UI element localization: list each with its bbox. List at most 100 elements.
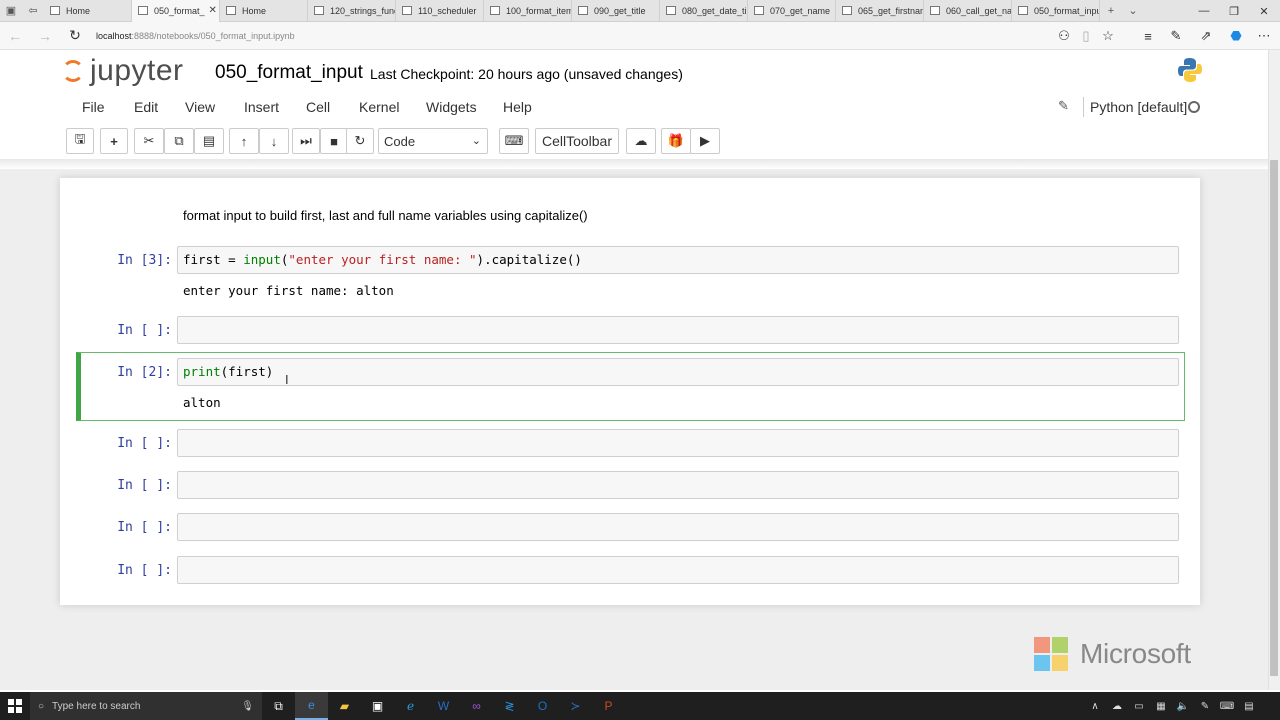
gift-button[interactable]: 🎁	[661, 128, 691, 154]
browser-tab-home-2[interactable]: Home	[220, 0, 308, 22]
cut-button[interactable]: ✂	[134, 128, 164, 154]
arrow-up-icon: ↑	[240, 133, 248, 149]
favorite-star-icon[interactable]: ☆	[1094, 22, 1122, 50]
outlook-icon[interactable]: O	[526, 692, 559, 720]
move-down-button[interactable]: ↓	[259, 128, 289, 154]
slideshow-button[interactable]: ▶	[690, 128, 720, 154]
browser-tab[interactable]: 090_get_title	[572, 0, 660, 22]
tray-chevron-up-icon[interactable]: ∧	[1084, 692, 1106, 720]
jupyter-logo[interactable]: jupyter	[62, 54, 184, 88]
menu-help[interactable]: Help	[503, 99, 532, 115]
visual-studio-icon[interactable]: ∞	[460, 692, 493, 720]
insert-cell-button[interactable]: +	[100, 128, 128, 154]
restart-button[interactable]: ↻	[346, 128, 374, 154]
code-input[interactable]: print(first)	[177, 358, 1179, 386]
refresh-icon: ↻	[354, 133, 366, 148]
browser-tab[interactable]: 065_get_firstnam	[836, 0, 924, 22]
vs-code-icon[interactable]: ≷	[493, 692, 526, 720]
back-arrow-icon[interactable]: ←	[0, 22, 30, 50]
task-view-icon[interactable]: ⧉	[262, 692, 295, 720]
browser-tab[interactable]: 120_strings_func	[308, 0, 396, 22]
web-note-icon[interactable]: ✎	[1162, 22, 1190, 50]
share-icon[interactable]: ⇗	[1192, 22, 1220, 50]
copy-button[interactable]: ⧉	[164, 128, 194, 154]
menu-edit[interactable]: Edit	[134, 99, 158, 115]
browser-tab[interactable]: 060_call_get_nar	[924, 0, 1012, 22]
command-palette-button[interactable]: ⌨	[499, 128, 529, 154]
powerpoint-icon[interactable]: P	[592, 692, 625, 720]
keyboard-icon[interactable]: ⌨	[1216, 692, 1238, 720]
menu-cell[interactable]: Cell	[306, 99, 330, 115]
menu-view[interactable]: View	[185, 99, 215, 115]
volume-icon[interactable]: 🔈	[1172, 692, 1194, 720]
browser-tab[interactable]: 070_get_name	[748, 0, 836, 22]
code-input[interactable]	[177, 429, 1179, 457]
browser-tab[interactable]: 050_format_inpu	[1012, 0, 1100, 22]
scrollbar-thumb[interactable]	[1270, 160, 1278, 676]
more-icon[interactable]: ⋯	[1250, 22, 1278, 50]
browser-tab[interactable]: 100_format_item	[484, 0, 572, 22]
code-input[interactable]	[177, 316, 1179, 344]
menu-insert[interactable]: Insert	[244, 99, 279, 115]
menu-kernel[interactable]: Kernel	[359, 99, 399, 115]
taskbar-search[interactable]: ○ Type here to search 🎙	[30, 692, 262, 720]
chevron-down-icon[interactable]: ⌄	[1122, 0, 1144, 22]
browser-tab-home-1[interactable]: Home	[44, 0, 132, 22]
cell-prompt: In [3]:	[117, 253, 172, 268]
windows-start-icon[interactable]	[0, 692, 30, 720]
minimize-icon[interactable]: —	[1188, 0, 1220, 22]
tab-menu-icon[interactable]: ▣	[0, 0, 22, 22]
browser-tab-active[interactable]: 050_format_ ✕	[132, 0, 220, 22]
powershell-icon[interactable]: ≻	[559, 692, 592, 720]
cell-prompt: In [ ]:	[117, 478, 172, 493]
pen-icon[interactable]: ✎	[1194, 692, 1216, 720]
upload-button[interactable]: ☁	[626, 128, 656, 154]
notebook-title[interactable]: 050_format_input	[215, 62, 363, 84]
network-icon[interactable]: ▦	[1150, 692, 1172, 720]
move-up-button[interactable]: ↑	[229, 128, 259, 154]
text-cursor-icon: I	[285, 372, 289, 387]
kernel-status-icon	[1188, 101, 1200, 113]
menu-file[interactable]: File	[82, 99, 105, 115]
store-icon[interactable]: ▣	[361, 692, 394, 720]
refresh-icon[interactable]: ↻	[60, 22, 90, 50]
microphone-icon[interactable]: 🎙	[241, 701, 254, 712]
code-input[interactable]: first = input("enter your first name: ")…	[177, 246, 1179, 274]
edit-mode-pencil-icon: ✎	[1058, 98, 1069, 113]
battery-icon[interactable]: ▭	[1128, 692, 1150, 720]
file-explorer-icon[interactable]: ▰	[328, 692, 361, 720]
new-tab-icon[interactable]: +	[1100, 0, 1122, 22]
edge-browser-icon[interactable]: e	[295, 692, 328, 720]
code-input[interactable]	[177, 471, 1179, 499]
extension-icon[interactable]: ⬣	[1222, 22, 1250, 50]
browser-tab[interactable]: 080_get_date_tir	[660, 0, 748, 22]
close-window-icon[interactable]: ✕	[1248, 0, 1280, 22]
paste-button[interactable]: ▤	[194, 128, 224, 154]
code-input[interactable]	[177, 513, 1179, 541]
onedrive-icon[interactable]: ☁	[1106, 692, 1128, 720]
internet-explorer-icon[interactable]: ℯ	[394, 692, 427, 720]
browser-tab[interactable]: 110_scheduler	[396, 0, 484, 22]
divider	[1083, 97, 1084, 117]
kernel-name[interactable]: Python [default]	[1090, 99, 1187, 115]
url-field[interactable]: localhost:8888/notebooks/050_format_inpu…	[96, 31, 295, 41]
markdown-cell[interactable]: format input to build first, last and fu…	[183, 208, 588, 223]
back-tabs-icon[interactable]: ⇦	[22, 0, 44, 22]
run-button[interactable]: ⏭	[292, 128, 320, 154]
forward-arrow-icon[interactable]: →	[30, 22, 60, 50]
close-tab-icon[interactable]: ✕	[205, 5, 217, 16]
celltoolbar-button[interactable]: CellToolbar	[535, 128, 619, 154]
page-icon	[666, 6, 676, 15]
cell-type-select[interactable]: Code ⌄	[378, 128, 488, 154]
cloud-upload-icon: ☁	[634, 133, 648, 148]
page-icon	[490, 6, 500, 15]
word-icon[interactable]: W	[427, 692, 460, 720]
menu-widgets[interactable]: Widgets	[426, 99, 477, 115]
save-button[interactable]: 🖫	[66, 128, 94, 154]
hub-icon[interactable]: ≡	[1134, 22, 1162, 50]
restore-icon[interactable]: ❐	[1218, 0, 1250, 22]
notifications-icon[interactable]: ▤	[1238, 692, 1260, 720]
interrupt-button[interactable]: ■	[320, 128, 348, 154]
code-input[interactable]	[177, 556, 1179, 584]
page-icon	[578, 6, 588, 15]
